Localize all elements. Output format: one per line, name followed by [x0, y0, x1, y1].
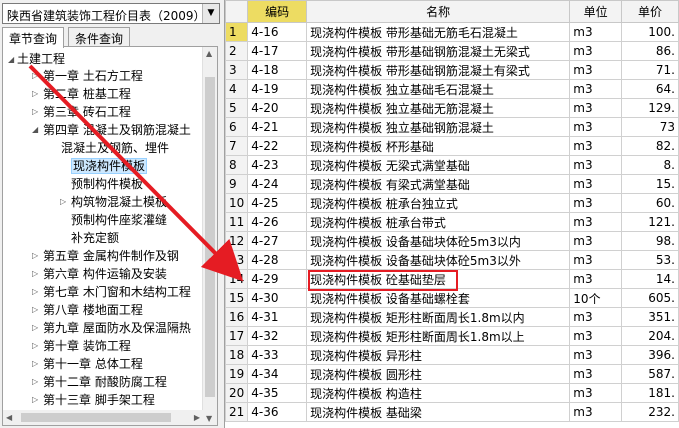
- tab-chapter-query[interactable]: 章节查询: [2, 27, 65, 48]
- annotation-arrow: [28, 64, 244, 282]
